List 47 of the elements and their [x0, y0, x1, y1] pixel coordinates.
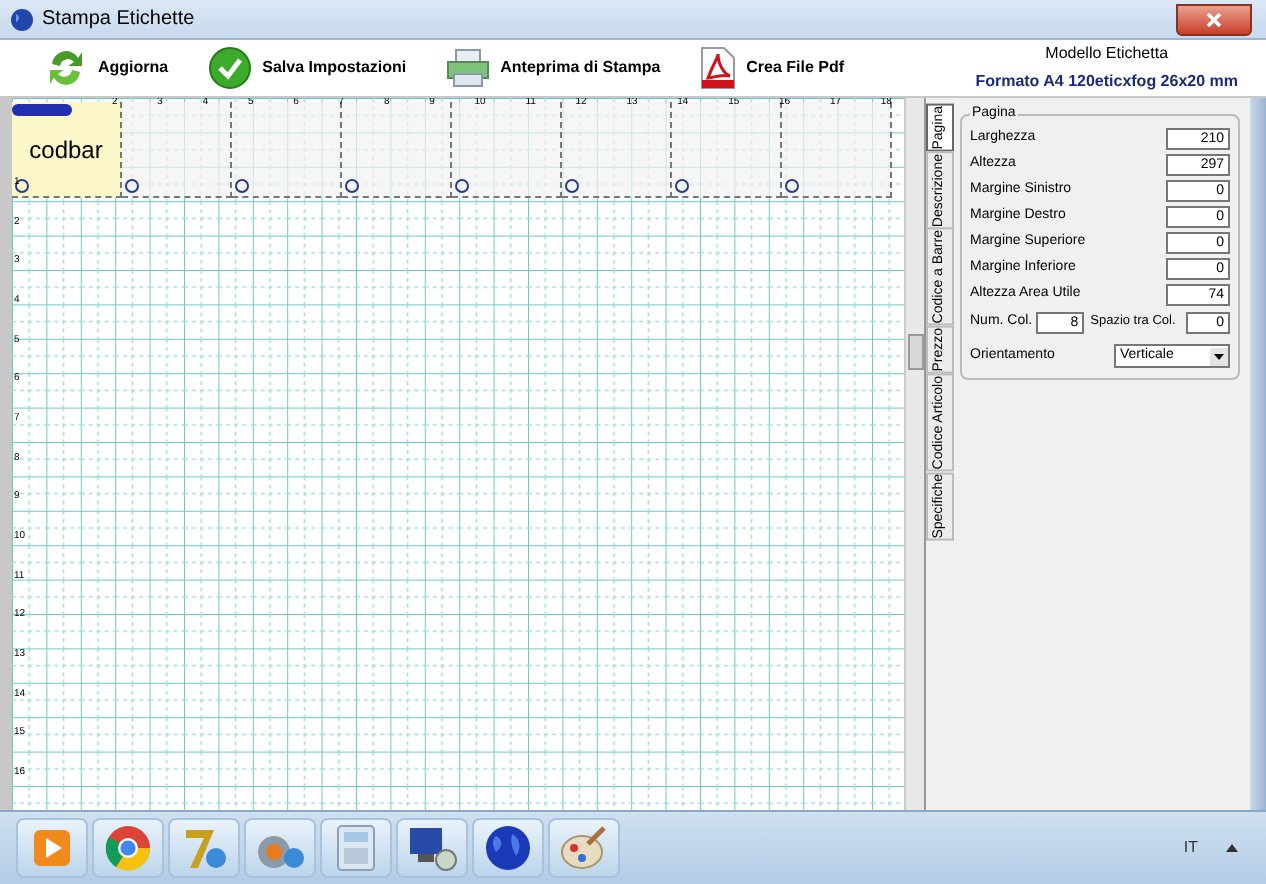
anchor-icon	[674, 178, 690, 194]
taskbar-button[interactable]	[396, 818, 468, 878]
anchor-icon	[564, 178, 580, 194]
toolbar-button[interactable]: Crea File Pdf	[700, 46, 845, 90]
checkmark-icon	[208, 46, 253, 90]
model-caption: Modello Etichetta	[1045, 42, 1169, 66]
printer-icon	[446, 48, 491, 88]
label-text: codbar	[29, 133, 103, 167]
calculator-icon	[336, 824, 376, 872]
close-button[interactable]	[1176, 3, 1252, 35]
label-cell[interactable]	[342, 102, 452, 198]
dropdown-arrow-icon	[1210, 347, 1228, 365]
anchor-icon	[344, 178, 360, 194]
label-cell[interactable]	[452, 102, 562, 198]
taskbar-button[interactable]	[548, 818, 620, 878]
anchor-icon	[454, 178, 470, 194]
computer-icon	[406, 824, 458, 872]
anchor-icon	[784, 178, 800, 194]
window-title: Stampa Etichette	[42, 6, 195, 34]
label-cell[interactable]	[232, 102, 342, 198]
refresh-icon	[44, 46, 88, 90]
play-icon	[32, 828, 72, 868]
anchor-icon	[124, 178, 140, 194]
taskbar-button[interactable]	[472, 818, 544, 878]
scrollbar[interactable]	[904, 98, 924, 810]
toolbar-button[interactable]: Salva Impostazioni	[208, 46, 407, 90]
toolbar-button[interactable]: Aggiorna	[44, 46, 169, 90]
label-cell[interactable]	[672, 102, 782, 198]
anchor-icon	[14, 178, 30, 194]
close-icon	[1206, 11, 1222, 27]
chevron-up-icon[interactable]	[1226, 844, 1238, 852]
language-indicator[interactable]: IT	[1183, 836, 1198, 860]
globe-icon	[484, 824, 532, 872]
globe-icon	[10, 7, 34, 31]
model-name: Formato A4 120eticxfog 26x20 mm	[975, 70, 1238, 94]
selection-tag	[12, 104, 72, 116]
pdf-icon	[700, 46, 737, 90]
anchor-icon	[234, 178, 250, 194]
palette-icon	[560, 824, 608, 872]
browser-icon	[104, 824, 152, 872]
toolbar-button[interactable]: Anteprima di Stampa	[446, 48, 661, 88]
label-cell[interactable]	[122, 102, 232, 198]
seven-icon	[180, 824, 228, 872]
taskbar-button[interactable]	[92, 818, 164, 878]
label-cell[interactable]	[562, 102, 672, 198]
scroll-thumb[interactable]	[907, 334, 923, 370]
label-cell[interactable]	[782, 102, 892, 198]
